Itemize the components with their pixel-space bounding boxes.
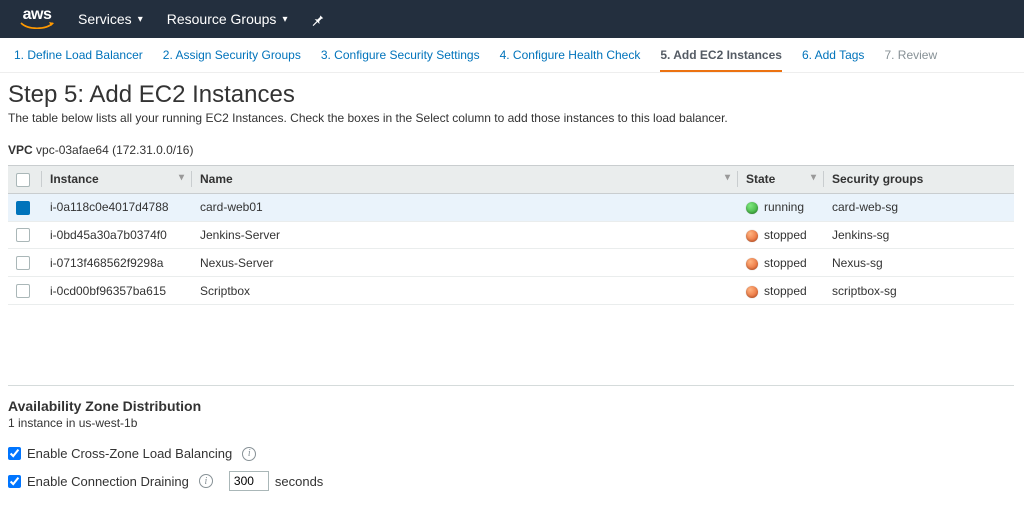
drain-seconds-input[interactable]	[229, 471, 269, 491]
instance-id: i-0bd45a30a7b0374f0	[42, 221, 192, 249]
security-group: scriptbox-sg	[824, 277, 1014, 305]
aws-logo[interactable]: aws	[20, 7, 54, 31]
page-description: The table below lists all your running E…	[8, 111, 1014, 125]
table-row[interactable]: i-0713f468562f9298aNexus-ServerstoppedNe…	[8, 249, 1014, 277]
step-content: Step 5: Add EC2 Instances The table belo…	[0, 73, 1024, 521]
services-label: Services	[78, 11, 132, 27]
instance-state: stopped	[738, 277, 824, 305]
instance-state: running	[738, 193, 824, 221]
cross-zone-option: Enable Cross-Zone Load Balancing i	[8, 446, 1014, 461]
vpc-info: VPC vpc-03afae64 (172.31.0.0/16)	[8, 143, 1014, 157]
status-stopped-icon	[746, 230, 758, 242]
drain-label: Enable Connection Draining	[27, 474, 189, 489]
wizard-steps: 1. Define Load Balancer 2. Assign Securi…	[0, 38, 1024, 73]
status-stopped-icon	[746, 258, 758, 270]
select-all-checkbox[interactable]	[16, 173, 30, 187]
instance-name: Jenkins-Server	[192, 221, 738, 249]
row-checkbox[interactable]	[16, 256, 30, 270]
instance-name: card-web01	[192, 193, 738, 221]
row-checkbox[interactable]	[16, 228, 30, 242]
instance-id: i-0713f468562f9298a	[42, 249, 192, 277]
instance-name: Scriptbox	[192, 277, 738, 305]
sort-icon: ▾	[811, 172, 816, 183]
status-stopped-icon	[746, 286, 758, 298]
vpc-label: VPC	[8, 143, 33, 157]
chevron-down-icon: ▾	[282, 14, 287, 25]
security-group: card-web-sg	[824, 193, 1014, 221]
sort-icon: ▾	[179, 172, 184, 183]
instance-state: stopped	[738, 249, 824, 277]
page-title: Step 5: Add EC2 Instances	[8, 81, 1014, 109]
wizard-step-3[interactable]: 3. Configure Security Settings	[321, 48, 480, 62]
header-instance[interactable]: Instance▾	[42, 166, 192, 194]
wizard-step-5[interactable]: 5. Add EC2 Instances	[660, 48, 782, 72]
header-select	[8, 166, 42, 194]
table-row[interactable]: i-0a118c0e4017d4788card-web01runningcard…	[8, 193, 1014, 221]
az-distribution-section: Availability Zone Distribution 1 instanc…	[8, 385, 1014, 491]
cross-zone-label: Enable Cross-Zone Load Balancing	[27, 446, 232, 461]
header-name[interactable]: Name▾	[192, 166, 738, 194]
vpc-value: vpc-03afae64 (172.31.0.0/16)	[36, 143, 193, 157]
security-group: Jenkins-sg	[824, 221, 1014, 249]
header-security-groups[interactable]: Security groups	[824, 166, 1014, 194]
table-row[interactable]: i-0bd45a30a7b0374f0Jenkins-Serverstopped…	[8, 221, 1014, 249]
aws-logo-text: aws	[23, 7, 52, 23]
az-summary: 1 instance in us-west-1b	[8, 416, 1014, 430]
instance-name: Nexus-Server	[192, 249, 738, 277]
wizard-step-7: 7. Review	[884, 48, 937, 62]
drain-checkbox[interactable]	[8, 475, 21, 488]
sort-icon: ▾	[725, 172, 730, 183]
wizard-step-4[interactable]: 4. Configure Health Check	[500, 48, 641, 62]
wizard-step-1[interactable]: 1. Define Load Balancer	[14, 48, 143, 62]
row-checkbox[interactable]	[16, 201, 30, 215]
pin-icon[interactable]	[311, 13, 324, 26]
resource-groups-label: Resource Groups	[167, 11, 277, 27]
cross-zone-checkbox[interactable]	[8, 447, 21, 460]
instance-state: stopped	[738, 221, 824, 249]
instance-id: i-0a118c0e4017d4788	[42, 193, 192, 221]
top-navigation: aws Services ▾ Resource Groups ▾	[0, 0, 1024, 38]
info-icon[interactable]: i	[242, 447, 256, 461]
header-state[interactable]: State▾	[738, 166, 824, 194]
az-title: Availability Zone Distribution	[8, 398, 1014, 414]
wizard-step-2[interactable]: 2. Assign Security Groups	[163, 48, 301, 62]
row-checkbox[interactable]	[16, 284, 30, 298]
status-running-icon	[746, 202, 758, 214]
table-row[interactable]: i-0cd00bf96357ba615Scriptboxstoppedscrip…	[8, 277, 1014, 305]
services-menu[interactable]: Services ▾	[78, 11, 143, 27]
security-group: Nexus-sg	[824, 249, 1014, 277]
seconds-label: seconds	[275, 474, 323, 489]
info-icon[interactable]: i	[199, 474, 213, 488]
chevron-down-icon: ▾	[138, 14, 143, 25]
wizard-step-6[interactable]: 6. Add Tags	[802, 48, 865, 62]
instance-id: i-0cd00bf96357ba615	[42, 277, 192, 305]
resource-groups-menu[interactable]: Resource Groups ▾	[167, 11, 288, 27]
instances-table: Instance▾ Name▾ State▾ Security groups i…	[8, 165, 1014, 305]
connection-draining-option: Enable Connection Draining i seconds	[8, 471, 1014, 491]
aws-smile-icon	[20, 22, 54, 31]
